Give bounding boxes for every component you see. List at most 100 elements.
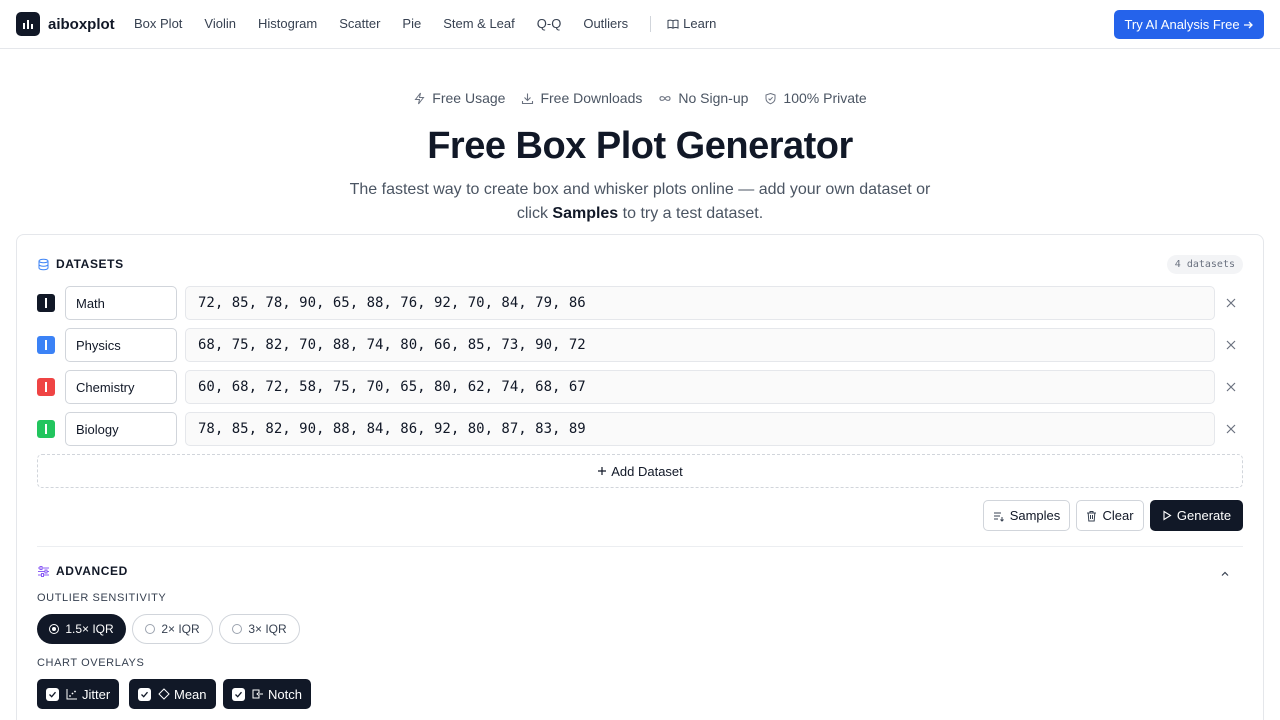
infinity-icon [659,95,671,101]
trash-icon [1087,510,1097,521]
dataset-count-badge: 4 datasets [1166,255,1243,274]
outlier-sensitivity-label: OUTLIER SENSITIVITY [37,592,167,604]
overlay-label: Jitter [82,686,111,702]
badge-free-downloads: Free Downloads [521,90,642,106]
nav-learn-label: Learn [683,16,717,31]
badge-private: 100% Private [764,90,867,106]
dataset-name-input[interactable]: Physics [65,328,177,362]
page-subtitle: The fastest way to create box and whiske… [340,178,940,226]
radio-selected-icon [49,624,60,634]
radio-unselected-icon [232,624,243,634]
chart-overlays-label: CHART OVERLAYS [37,657,145,669]
dataset-row: Math 72, 85, 78, 90, 65, 88, 76, 92, 70,… [37,286,1245,320]
clear-button[interactable]: Clear [1076,500,1144,531]
overlay-notch-toggle[interactable]: Notch [223,679,311,709]
color-swatch[interactable] [37,420,55,438]
generator-card: DATASETS 4 datasets Math 72, 85, 78, 90,… [16,234,1264,720]
overlay-jitter-toggle[interactable]: Jitter [37,679,120,709]
generate-button[interactable]: Generate [1150,500,1243,531]
samples-button[interactable]: Samples [983,500,1070,531]
dataset-name-input[interactable]: Chemistry [65,370,177,404]
chevron-up-icon [1221,571,1229,576]
bolt-icon [414,92,425,104]
checkbox-checked-icon [232,687,245,701]
dataset-name-input[interactable]: Biology [65,412,177,446]
remove-dataset-button[interactable] [1223,337,1239,353]
color-swatch[interactable] [37,336,55,354]
close-icon [1226,298,1236,308]
logo[interactable]: aiboxplot [16,12,115,36]
color-swatch[interactable] [37,378,55,396]
sliders-icon [38,565,49,577]
section-divider [37,546,1243,547]
nav-link-outliers[interactable]: Outliers [583,16,628,32]
dataset-values-input[interactable]: 72, 85, 78, 90, 65, 88, 76, 92, 70, 84, … [185,286,1215,320]
subtitle-text-end: to try a test dataset. [618,205,764,222]
generate-label: Generate [1176,508,1232,523]
clear-label: Clear [1102,508,1134,523]
logo-icon [16,12,40,36]
dataset-row: Biology 78, 85, 82, 90, 88, 84, 86, 92, … [37,412,1245,446]
nav-link-histogram[interactable]: Histogram [258,16,317,32]
outlier-option-label: 1.5× IQR [65,622,114,636]
remove-dataset-button[interactable] [1223,421,1239,437]
nav-link-box-plot[interactable]: Box Plot [134,16,182,32]
plus-icon [598,467,607,475]
nav-divider [650,16,652,32]
nav-link-learn[interactable]: Learn [667,16,716,32]
logo-text: aiboxplot [48,15,115,33]
close-icon [1226,382,1236,392]
samples-label: Samples [1009,508,1061,523]
nav-link-pie[interactable]: Pie [402,16,421,32]
download-icon [522,93,534,104]
checkbox-checked-icon [46,687,59,701]
overlay-label: Mean [174,686,207,702]
close-icon [1226,340,1236,350]
page-title: Free Box Plot Generator [427,125,853,167]
datasets-header: DATASETS [37,257,124,271]
dataset-values-input[interactable]: 68, 75, 82, 70, 88, 74, 80, 66, 85, 73, … [185,328,1215,362]
overlay-label: Notch [268,686,302,702]
add-dataset-label: Add Dataset [611,463,683,479]
dataset-values-input[interactable]: 60, 68, 72, 58, 75, 70, 65, 80, 62, 74, … [185,370,1215,404]
badge-no-signup: No Sign-up [658,90,748,106]
outlier-option-3-iqr[interactable]: 3× IQR [219,614,300,644]
badge-free-usage: Free Usage [413,90,505,106]
remove-dataset-button[interactable] [1223,295,1239,311]
nav-link-scatter[interactable]: Scatter [339,16,380,32]
feature-badges: Free Usage Free Downloads No Sign-up 100… [0,90,1280,106]
try-ai-analysis-button[interactable]: Try AI Analysis Free [1114,10,1264,39]
nav-links: Box Plot Violin Histogram Scatter Pie St… [134,16,738,32]
outlier-option-label: 3× IQR [248,622,287,636]
book-icon [667,19,679,29]
outlier-option-2-iqr[interactable]: 2× IQR [132,614,213,644]
arrow-right-icon [1243,21,1253,28]
scatter-icon [66,689,77,700]
checkbox-checked-icon [138,687,151,701]
collapse-advanced-button[interactable] [1219,567,1231,579]
overlay-mean-toggle[interactable]: Mean [129,679,216,709]
remove-dataset-button[interactable] [1223,379,1239,395]
cta-label: Try AI Analysis Free [1124,17,1240,32]
nav-link-qq[interactable]: Q-Q [537,16,562,32]
nav-link-stem-leaf[interactable]: Stem & Leaf [443,16,515,32]
dataset-name-input[interactable]: Math [65,286,177,320]
radio-unselected-icon [145,624,156,634]
advanced-header[interactable]: ADVANCED [37,564,128,578]
dataset-row: Physics 68, 75, 82, 70, 88, 74, 80, 66, … [37,328,1245,362]
advanced-title: ADVANCED [56,564,128,578]
outlier-option-label: 2× IQR [161,622,200,636]
play-icon [1163,510,1172,521]
outlier-option-1-5-iqr[interactable]: 1.5× IQR [37,614,126,644]
notch-icon [252,689,263,699]
badge-label: 100% Private [783,90,867,106]
add-dataset-button[interactable]: Add Dataset [37,454,1243,488]
color-swatch[interactable] [37,294,55,312]
database-icon [38,258,49,270]
shield-icon [765,92,776,104]
badge-label: No Sign-up [678,90,749,106]
dataset-values-input[interactable]: 78, 85, 82, 90, 88, 84, 86, 92, 80, 87, … [185,412,1215,446]
nav-link-violin[interactable]: Violin [204,16,236,32]
list-icon [993,512,1004,522]
subtitle-samples-emphasis: Samples [552,205,619,222]
